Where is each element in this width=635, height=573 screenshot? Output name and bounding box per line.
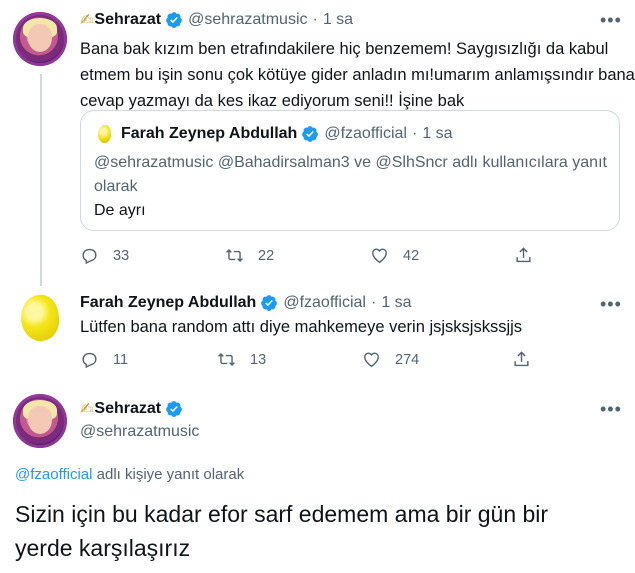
- reply-count: 33: [113, 247, 130, 264]
- reply-button[interactable]: 33: [80, 246, 129, 265]
- separator-dot: ·: [312, 11, 318, 28]
- quote-header: Farah Zeynep Abdullah @fzaofficial · 1 s…: [121, 125, 453, 143]
- verified-icon: [166, 401, 182, 417]
- reply-count: 11: [113, 351, 129, 368]
- text-line: etmem bu işin sonu çok kötüye gider anla…: [80, 66, 635, 84]
- display-name[interactable]: Sehrazat: [94, 400, 161, 418]
- tweet1-header: ✍ Sehrazat @sehrazatmusic · 1 sa: [80, 10, 353, 30]
- quote-text: De ayrı: [94, 202, 146, 219]
- tweet2-text: Lütfen bana random attı diye mahkemeye v…: [80, 318, 523, 336]
- tweet3-handle-line: @sehrazatmusic: [80, 423, 199, 441]
- retweet-icon: [218, 352, 235, 367]
- display-name[interactable]: Sehrazat: [94, 11, 161, 29]
- timestamp[interactable]: 1 sa: [323, 11, 353, 29]
- tweet3-text: Sizin için bu kadar efor sarf edemem ama…: [15, 497, 625, 565]
- share-button[interactable]: [512, 350, 531, 369]
- reply-button[interactable]: 11: [80, 350, 128, 369]
- quote-display-name: Farah Zeynep Abdullah: [121, 125, 298, 142]
- verified-icon: [166, 12, 182, 28]
- avatar-sehrazat[interactable]: [13, 394, 67, 448]
- text-line: Bana bak kızım ben etrafındakilere hiç b…: [80, 40, 609, 58]
- like-icon: [364, 352, 379, 368]
- pen-emoji: ✍: [80, 401, 94, 418]
- quote-reply-context: @sehrazatmusic @Bahadirsalman3 ve @SlhSn…: [94, 151, 607, 199]
- share-icon: [516, 247, 531, 263]
- reply-mention-link[interactable]: @fzaofficial: [15, 466, 92, 483]
- tweet2-header: Farah Zeynep Abdullah @fzaofficial · 1 s…: [80, 294, 412, 312]
- timestamp[interactable]: 1 sa: [381, 294, 411, 312]
- like-button[interactable]: 274: [362, 350, 419, 369]
- like-icon: [372, 248, 387, 264]
- separator-dot: ·: [370, 294, 377, 311]
- tweet1-text: Bana bak kızım ben etrafındakilere hiç b…: [80, 36, 635, 114]
- pen-emoji: ✍: [80, 12, 94, 29]
- handle[interactable]: @fzaofficial: [283, 294, 366, 312]
- reply-icon: [82, 352, 97, 369]
- retweet-button[interactable]: 22: [225, 246, 274, 265]
- quote-tweet[interactable]: Farah Zeynep Abdullah @fzaofficial · 1 s…: [80, 110, 620, 231]
- thread-line: [40, 74, 42, 286]
- verified-icon: [261, 295, 278, 311]
- more-icon[interactable]: •••: [600, 399, 622, 420]
- display-name[interactable]: Farah Zeynep Abdullah: [80, 294, 256, 312]
- text-line: yerde karşılaşırız: [15, 535, 191, 561]
- reply-context: @fzaofficial adlı kişiye yanıt olarak: [15, 466, 244, 483]
- reply-icon: [82, 248, 97, 265]
- quote-handle: @fzaofficial: [324, 125, 407, 142]
- like-count: 42: [403, 247, 420, 264]
- share-button[interactable]: [514, 246, 533, 265]
- separator-dot: ·: [411, 125, 418, 142]
- like-count: 274: [395, 351, 420, 368]
- reply-line: @sehrazatmusic @Bahadirsalman3 ve @SlhSn…: [94, 154, 607, 171]
- avatar-farah[interactable]: [13, 291, 67, 345]
- retweet-button[interactable]: 13: [217, 350, 266, 369]
- handle[interactable]: @sehrazatmusic: [188, 11, 307, 29]
- quote-timestamp: 1 sa: [422, 125, 453, 142]
- share-icon: [514, 351, 529, 367]
- like-button[interactable]: 42: [370, 246, 419, 265]
- handle[interactable]: @sehrazatmusic: [80, 423, 199, 441]
- reply-line: olarak: [94, 178, 138, 195]
- verified-icon: [302, 126, 319, 142]
- more-icon[interactable]: •••: [600, 294, 622, 315]
- retweet-count: 22: [258, 247, 275, 264]
- more-icon[interactable]: •••: [600, 10, 622, 31]
- avatar-sehrazat[interactable]: [13, 12, 67, 66]
- tweet3-header: ✍ Sehrazat: [80, 399, 188, 419]
- quote-avatar: [94, 124, 114, 144]
- retweet-icon: [226, 248, 243, 263]
- retweet-count: 13: [250, 351, 267, 368]
- reply-suffix: adlı kişiye yanıt olarak: [92, 466, 245, 483]
- text-line: Sizin için bu kadar efor sarf edemem ama…: [15, 501, 549, 527]
